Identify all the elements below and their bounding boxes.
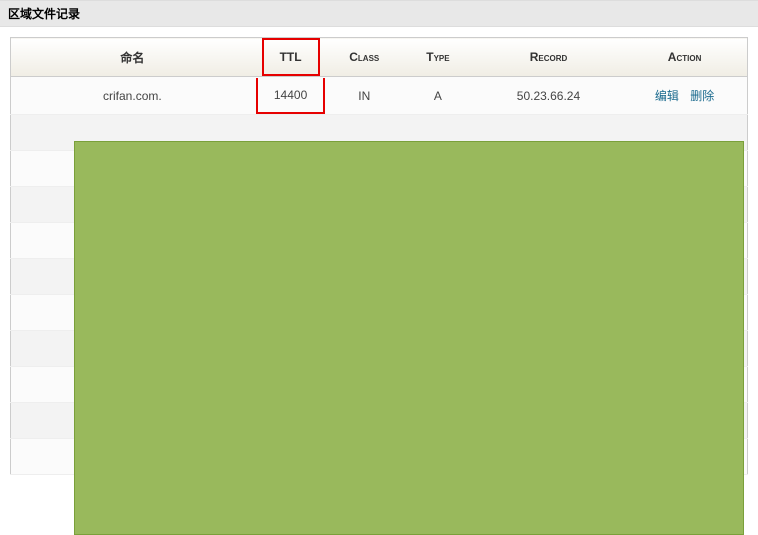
col-action: Action	[622, 38, 747, 77]
cell-class: IN	[327, 77, 401, 115]
section-title-text: 区域文件记录	[8, 7, 80, 21]
dns-records-table-wrapper: 命名 TTL Class Type Record Action crifan.c…	[0, 27, 758, 475]
section-header: 区域文件记录	[0, 0, 758, 27]
cell-name: crifan.com.	[11, 77, 254, 115]
cell-type: A	[401, 77, 475, 115]
cell-action: 编辑 删除	[622, 77, 747, 115]
col-class: Class	[327, 38, 401, 77]
col-name: 命名	[11, 38, 254, 77]
redaction-overlay	[74, 141, 744, 535]
col-type: Type	[401, 38, 475, 77]
col-record: Record	[475, 38, 622, 77]
cell-ttl: 14400	[254, 77, 328, 115]
cell-record: 50.23.66.24	[475, 77, 622, 115]
col-ttl: TTL	[254, 38, 328, 77]
ttl-highlight-header: TTL	[262, 38, 320, 76]
table-row: crifan.com. 14400 IN A 50.23.66.24 编辑 删除	[11, 77, 748, 115]
ttl-highlight-cell: 14400	[256, 78, 325, 114]
edit-link[interactable]: 编辑	[655, 89, 679, 103]
table-header-row: 命名 TTL Class Type Record Action	[11, 38, 748, 77]
delete-link[interactable]: 删除	[690, 89, 714, 103]
